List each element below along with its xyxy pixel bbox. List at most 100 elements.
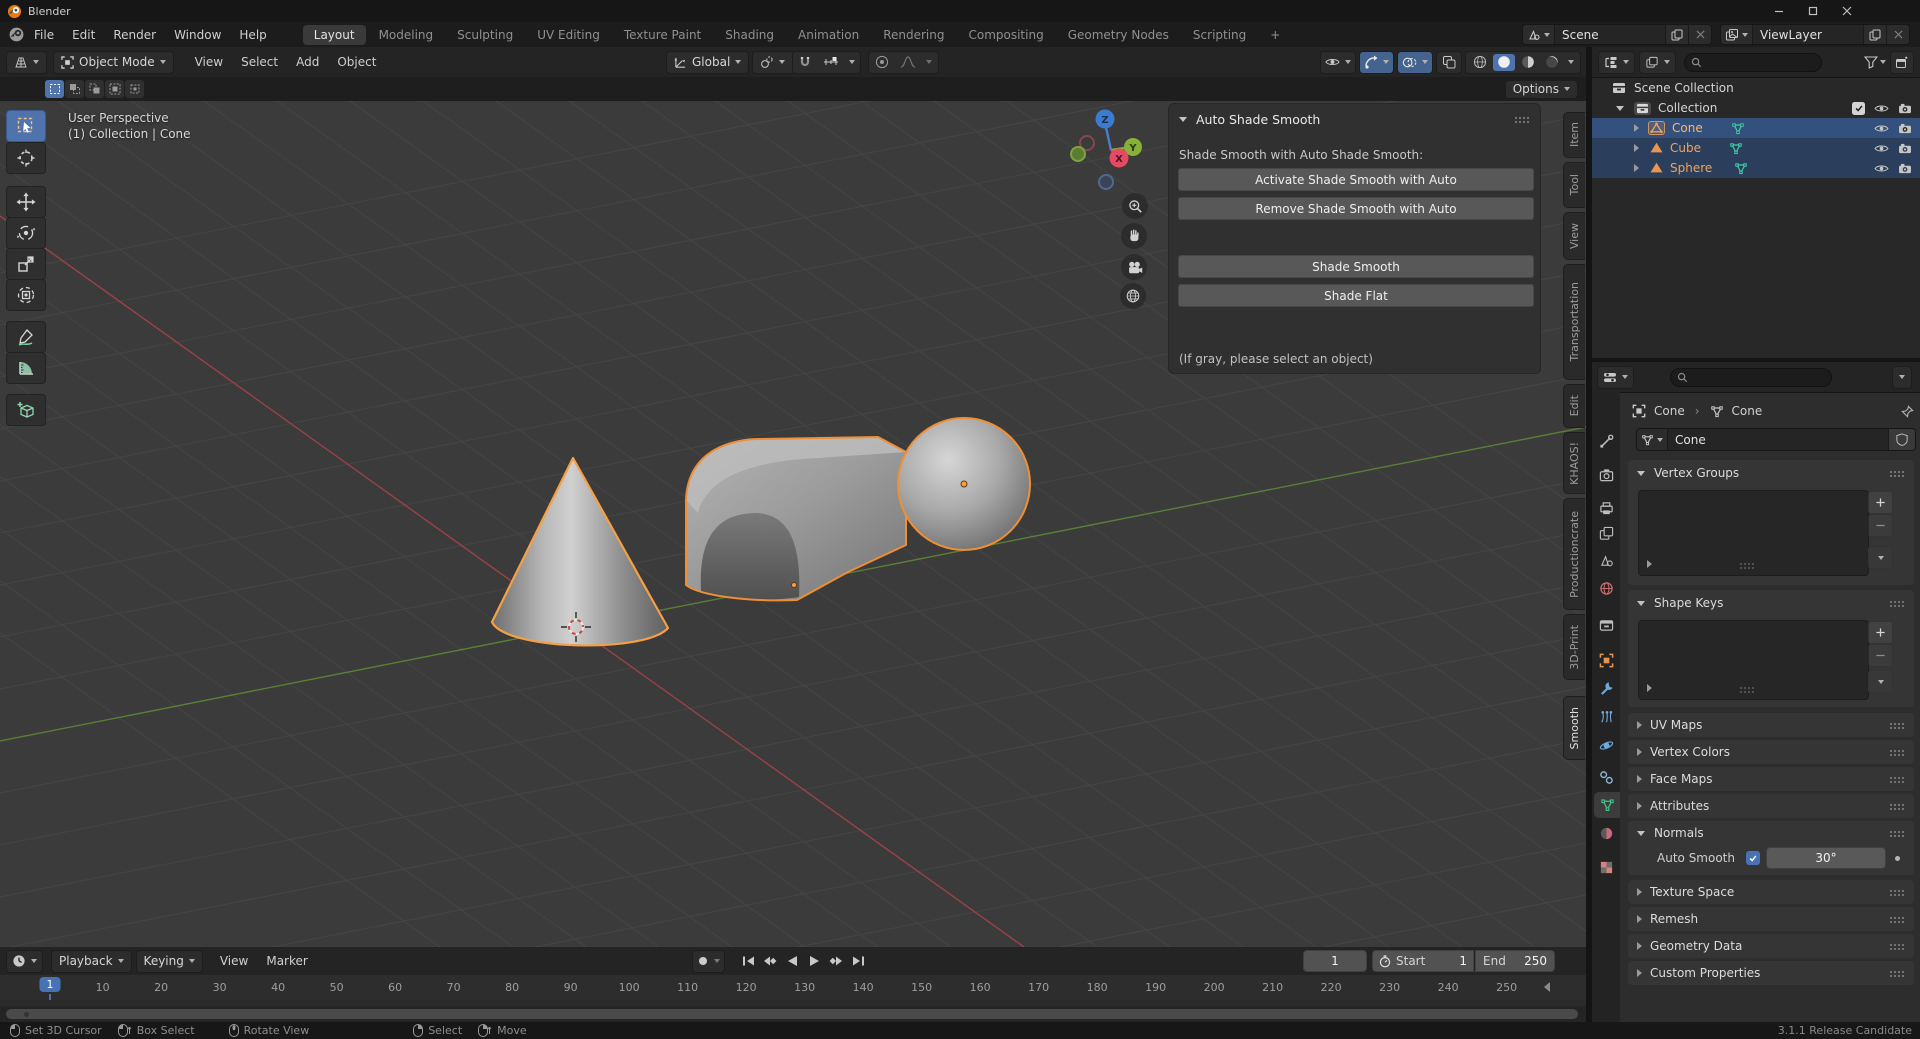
ruler-tick[interactable]: 180 (1087, 981, 1108, 994)
editor-type-selector[interactable] (6, 51, 47, 74)
workspace-tab-uv-editing[interactable]: UV Editing (526, 25, 611, 45)
ruler-tick[interactable]: 130 (794, 981, 815, 994)
workspace-tab-geometry-nodes[interactable]: Geometry Nodes (1057, 25, 1180, 45)
panel-drag-grip[interactable] (1514, 116, 1530, 123)
snap-target-icon[interactable] (823, 56, 839, 68)
timeline-menu-playback[interactable]: Playback (51, 950, 132, 973)
scene-collection-label[interactable]: Scene Collection (1634, 81, 1734, 95)
collection-expander[interactable] (1616, 106, 1624, 111)
cube-expander[interactable] (1634, 144, 1639, 152)
browse-viewlayer-icon[interactable] (1721, 25, 1753, 44)
cone-hide-eye-icon[interactable] (1874, 123, 1889, 134)
workspace-tab-scripting[interactable]: Scripting (1182, 25, 1257, 45)
tool-move[interactable] (6, 186, 46, 218)
ruler-tick[interactable]: 110 (677, 981, 698, 994)
outliner-editor-type-icon[interactable] (1598, 51, 1635, 74)
outliner-row-collection[interactable]: Collection (1592, 98, 1920, 118)
timeline-menu-marker[interactable]: Marker (257, 954, 316, 968)
properties-editor-type-icon[interactable] (1597, 366, 1634, 389)
scrollbar-zoom-handle[interactable] (24, 1012, 29, 1017)
viewport-3d[interactable]: User Perspective (1) Collection | Cone (0, 101, 1586, 947)
select-mode-extend-icon[interactable] (65, 80, 84, 98)
shape-keys-header[interactable]: Shape Keys (1628, 590, 1914, 616)
breadcrumb-data-label[interactable]: Cone (1732, 404, 1763, 418)
properties-tab-view-layer-icon[interactable] (1592, 520, 1620, 546)
remove-viewlayer-icon[interactable] (1886, 25, 1909, 44)
select-mode-subtract-icon[interactable] (85, 80, 104, 98)
ruler-tick[interactable]: 160 (970, 981, 991, 994)
falloff-curve-icon[interactable] (900, 56, 916, 68)
uv-maps-panel[interactable]: UV Maps (1628, 713, 1914, 737)
vertex-group-specials-icon[interactable] (1868, 546, 1893, 569)
list-expand-icon[interactable] (1647, 684, 1652, 692)
pin-id-icon[interactable] (1901, 405, 1914, 418)
cone-render-camera-icon[interactable] (1898, 123, 1912, 134)
object-cone[interactable] (492, 458, 668, 645)
mode-selector[interactable]: Object Mode (53, 51, 174, 74)
ruler-tick[interactable]: 10 (96, 981, 110, 994)
viewport-menu-object[interactable]: Object (328, 55, 385, 69)
remove-shade-smooth-button[interactable]: Remove Shade Smooth with Auto (1178, 197, 1534, 220)
shape-key-add-button[interactable] (1868, 621, 1893, 644)
properties-tab-constraints-icon[interactable] (1592, 764, 1620, 790)
activate-shade-smooth-button[interactable]: Activate Shade Smooth with Auto (1178, 168, 1534, 191)
auto-smooth-checkbox[interactable] (1746, 851, 1760, 865)
properties-tab-physics-icon[interactable] (1592, 732, 1620, 758)
cube-render-camera-icon[interactable] (1898, 143, 1912, 154)
viewport-menu-select[interactable]: Select (232, 55, 287, 69)
shape-keys-list[interactable] (1638, 620, 1869, 700)
play-reverse-icon[interactable] (781, 951, 803, 971)
tool-measure[interactable] (6, 352, 46, 384)
outliner-row-cone[interactable]: Cone (1592, 118, 1920, 138)
ruler-tick[interactable]: 20 (154, 981, 168, 994)
attributes-panel[interactable]: Attributes (1628, 794, 1914, 818)
show-gizmo-toggle[interactable] (1359, 51, 1394, 74)
xray-toggle[interactable] (1436, 51, 1462, 74)
scene-name-field[interactable]: Scene (1555, 28, 1665, 42)
breadcrumb-object-label[interactable]: Cone (1654, 404, 1685, 418)
workspace-tab-shading[interactable]: Shading (714, 25, 785, 45)
camera-view-icon[interactable] (1121, 254, 1147, 280)
tool-add-cube[interactable] (6, 394, 46, 426)
properties-tab-collection-icon[interactable] (1592, 612, 1620, 638)
ruler-tick[interactable]: 40 (271, 981, 285, 994)
ruler-tick[interactable]: 200 (1204, 981, 1225, 994)
sidebar-tab-tool[interactable]: Tool (1563, 162, 1585, 208)
select-mode-invert-icon[interactable] (105, 80, 124, 98)
sidebar-tab-productioncrate[interactable]: Productioncrate (1563, 498, 1585, 610)
menu-file[interactable]: File (25, 28, 63, 42)
ruler-tick[interactable]: 170 (1028, 981, 1049, 994)
navigation-gizmo[interactable]: Z Y X (1055, 107, 1147, 199)
gizmo-axis-neg-z[interactable] (1099, 175, 1113, 189)
ruler-collapse-icon[interactable] (1544, 981, 1550, 995)
properties-tab-modifiers-icon[interactable] (1592, 675, 1620, 701)
object-sphere[interactable] (898, 418, 1030, 550)
fake-user-shield-icon[interactable] (1888, 429, 1915, 450)
properties-tab-tool-icon[interactable] (1592, 428, 1620, 454)
select-mode-intersect-icon[interactable] (125, 80, 144, 98)
cube-hide-eye-icon[interactable] (1874, 143, 1889, 154)
ruler-tick[interactable]: 150 (911, 981, 932, 994)
collection-render-camera-icon[interactable] (1898, 103, 1912, 114)
toggle-perspective-icon[interactable] (1120, 283, 1146, 309)
tool-transform[interactable] (6, 279, 46, 311)
workspace-tab-texture-paint[interactable]: Texture Paint (613, 25, 712, 45)
timeline-menu-view[interactable]: View (211, 954, 257, 968)
proportional-edit-icon[interactable] (875, 55, 889, 69)
browse-scene-icon[interactable] (1523, 25, 1555, 44)
properties-tab-material-icon[interactable] (1592, 820, 1620, 846)
shade-flat-button[interactable]: Shade Flat (1178, 284, 1534, 307)
zoom-view-icon[interactable] (1122, 193, 1148, 219)
menu-help[interactable]: Help (230, 28, 275, 42)
menu-edit[interactable]: Edit (63, 28, 104, 42)
ruler-tick[interactable]: 190 (1145, 981, 1166, 994)
close-button[interactable] (1830, 0, 1864, 22)
sphere-label[interactable]: Sphere (1670, 161, 1712, 175)
sidebar-tab-view[interactable]: View (1563, 212, 1585, 260)
sidebar-tab-khaos[interactable]: KHAOS! (1563, 432, 1585, 494)
object-cube-arch[interactable] (686, 437, 906, 600)
ruler-tick[interactable]: 210 (1262, 981, 1283, 994)
sphere-render-camera-icon[interactable] (1898, 163, 1912, 174)
workspace-tab-compositing[interactable]: Compositing (957, 25, 1054, 45)
properties-tab-world-icon[interactable] (1592, 575, 1620, 601)
